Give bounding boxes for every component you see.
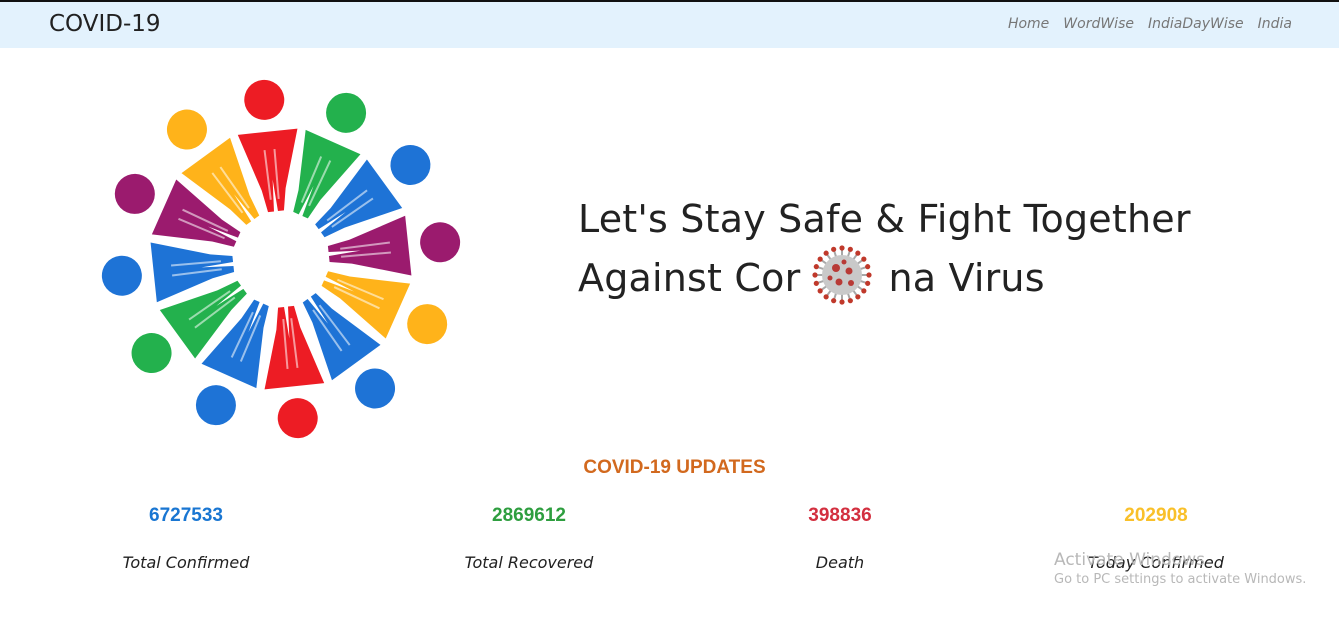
navbar: COVID-19 Home WordWise IndiaDayWise Indi… [0, 2, 1339, 48]
nav-link-wordwise[interactable]: WordWise [1063, 16, 1134, 32]
nav-link-home[interactable]: Home [1008, 16, 1049, 32]
hero-title: Let's Stay Safe & Fight Together Against… [578, 193, 1328, 305]
nav-link-india[interactable]: India [1258, 16, 1292, 32]
hero-title-part1: Let's Stay Safe & Fight Together Against… [578, 197, 1191, 300]
watermark-title: Activate Windows [1054, 550, 1205, 570]
hero-title-part2: na Virus [888, 256, 1045, 300]
updates-heading: COVID-19 UPDATES [583, 457, 766, 478]
stat-death: 398836 Death [690, 505, 990, 572]
stat-label-death: Death [815, 553, 865, 572]
stat-value-total-recovered: 2869612 [492, 505, 566, 526]
nav-links: Home WordWise IndiaDayWise India [994, 16, 1292, 32]
stat-value-today-confirmed: 202908 [1124, 505, 1188, 526]
nav-link-indiadaywise[interactable]: IndiaDayWise [1148, 16, 1244, 32]
coronavirus-icon [812, 245, 873, 305]
stat-value-death: 398836 [808, 505, 872, 526]
stat-total-recovered: 2869612 Total Recovered [379, 505, 679, 572]
watermark-subtitle: Go to PC settings to activate Windows. [1054, 572, 1307, 587]
stat-label-total-recovered: Total Recovered [464, 553, 594, 572]
brand-logo[interactable]: COVID-19 [49, 11, 161, 37]
people-circle-illustration [101, 79, 461, 439]
stat-total-confirmed: 6727533 Total Confirmed [36, 505, 336, 572]
activate-windows-watermark: Activate Windows Go to PC settings to ac… [1054, 550, 1306, 587]
stat-label-total-confirmed: Total Confirmed [122, 553, 250, 572]
stat-value-total-confirmed: 6727533 [149, 505, 223, 526]
